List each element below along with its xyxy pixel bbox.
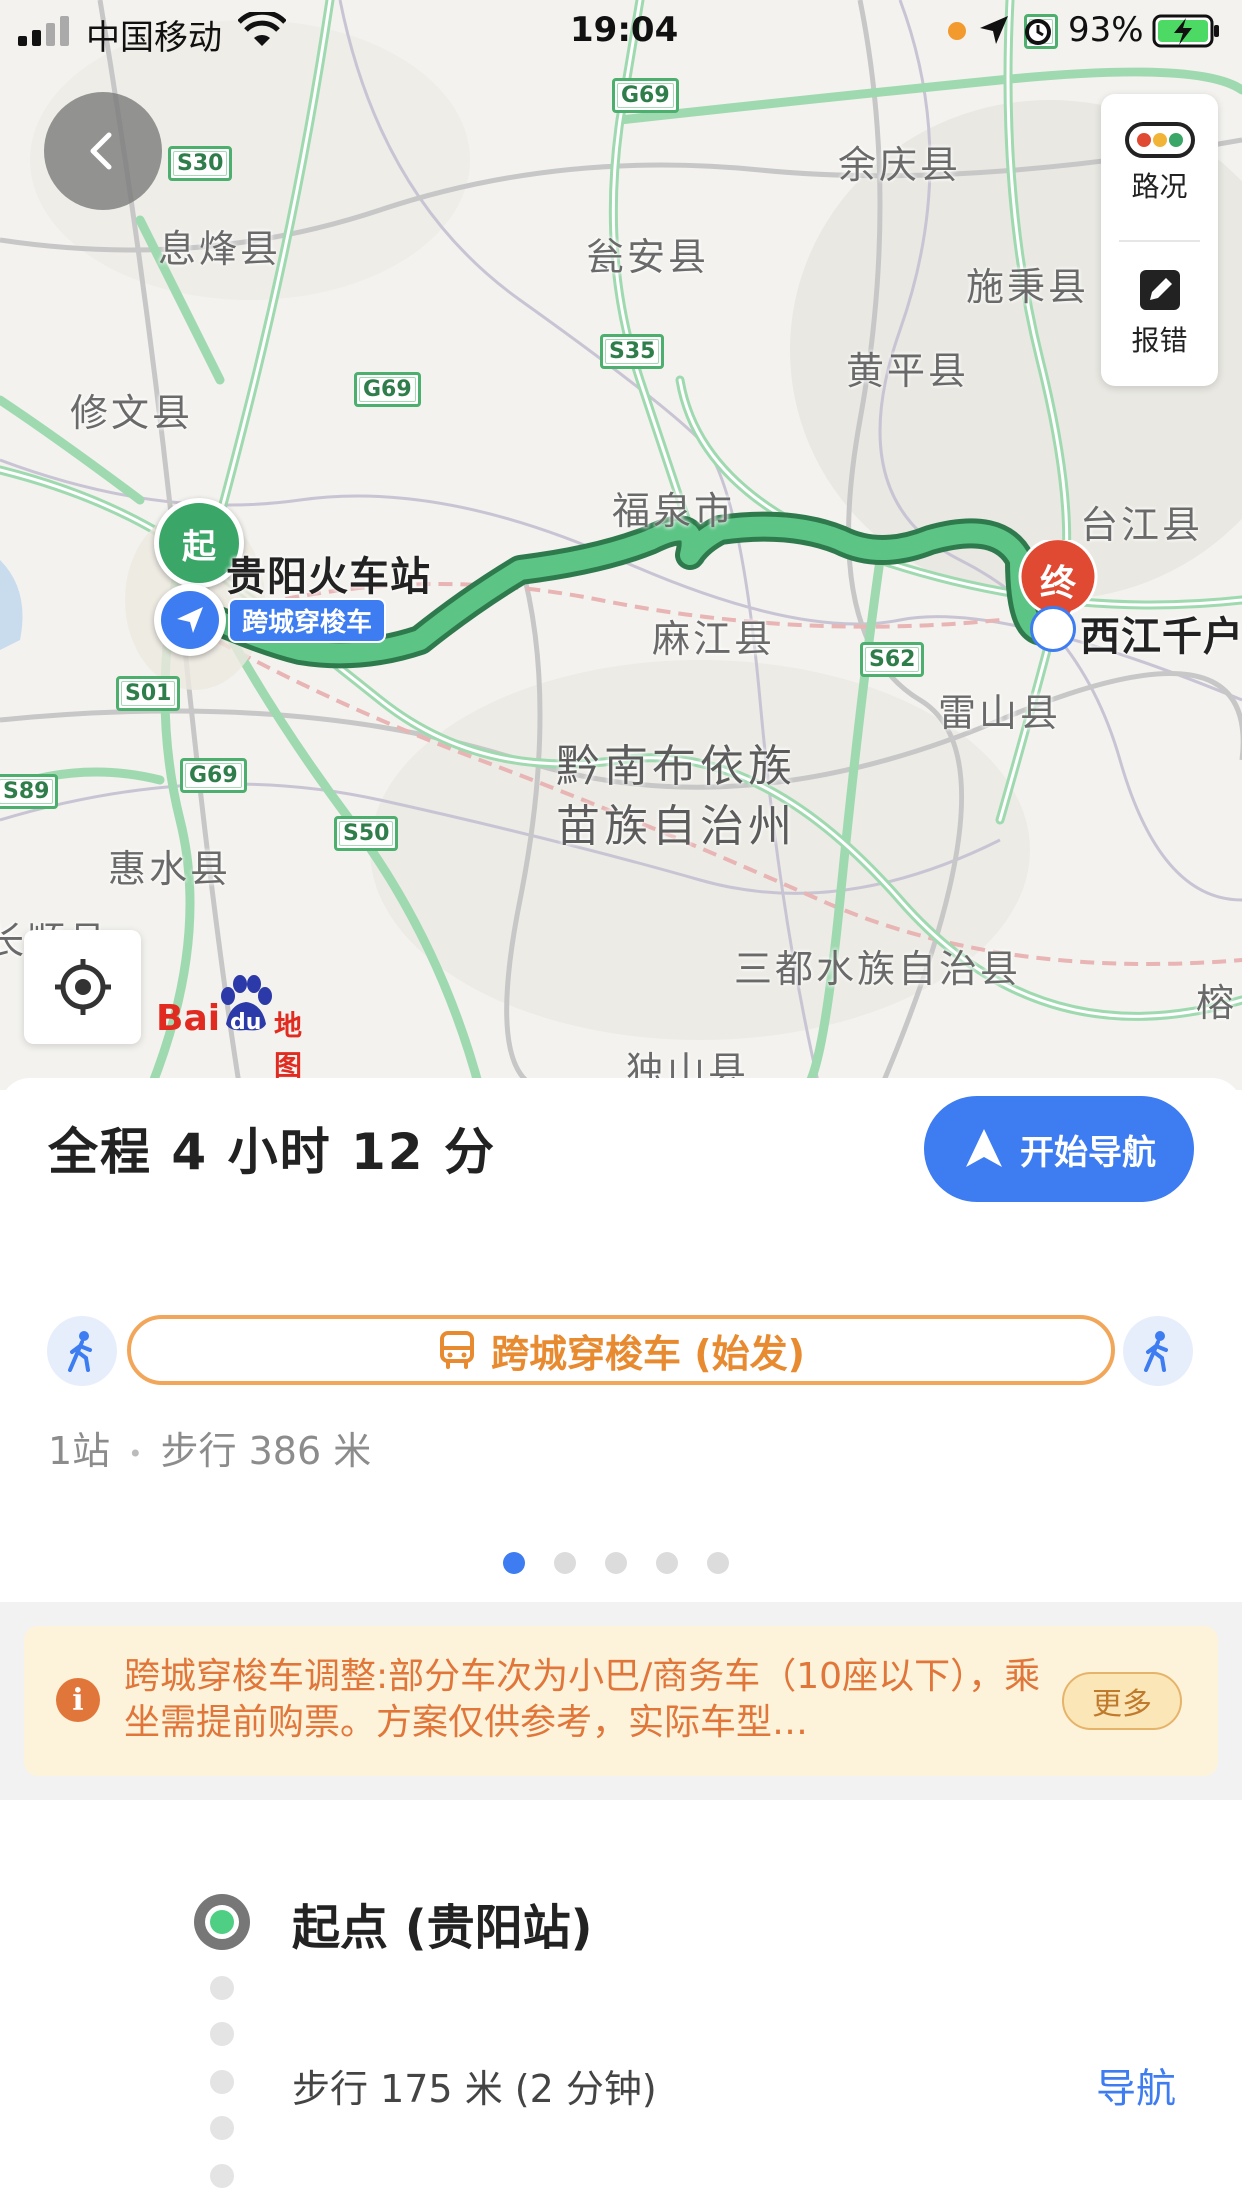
walking-person-icon	[68, 1331, 92, 1372]
map-label-huangping: 黄平县	[846, 349, 970, 393]
summary-separator: •	[128, 1439, 143, 1468]
map-label-fuquan: 福泉市	[612, 489, 736, 533]
map-controls-panel: 路况 报错	[1101, 94, 1218, 386]
alarm-icon	[1025, 19, 1051, 45]
edit-icon	[1139, 270, 1180, 310]
map-label-xifeng: 息烽县	[158, 227, 282, 271]
navigation-arrow-icon	[966, 1129, 1002, 1167]
logo-du: du	[230, 1010, 262, 1035]
walk-start-badge	[47, 1316, 117, 1386]
map-label-leishan: 雷山县	[938, 691, 1062, 735]
wifi-icon	[238, 12, 286, 46]
page-indicator	[503, 1552, 729, 1574]
recording-dot-icon	[948, 22, 966, 40]
notice-text: 跨城穿梭车调整:部分车次为小巴/商务车（10座以下），乘坐需提前购票。方案仅供参…	[124, 1656, 1041, 1743]
map-label-yuqing: 余庆县	[838, 143, 962, 187]
shield-s62: S62	[860, 642, 925, 677]
map-label-qiannan-2: 苗族自治州	[556, 801, 796, 852]
logo-bai: Bai	[156, 998, 221, 1039]
step-connector-dot	[210, 2022, 234, 2046]
traffic-label: 路况	[1131, 170, 1188, 203]
map-view[interactable]: 余庆县 息烽县 瓮安县 施秉县 黄平县 修文县 福泉市 台江县 麻江县 雷山县 …	[0, 0, 1242, 1090]
map-label-shibing: 施秉县	[966, 265, 1090, 309]
crosshair-icon	[54, 959, 111, 1015]
locate-button[interactable]	[24, 930, 141, 1044]
shield-s89: S89	[0, 774, 59, 809]
shield-s50: S50	[334, 816, 399, 851]
back-button[interactable]	[44, 92, 162, 210]
traffic-light-icon	[1124, 122, 1195, 158]
step-connector-dot	[210, 2164, 234, 2188]
map-label-wengan: 瓮安县	[586, 235, 710, 279]
shield-g69-low: G69	[180, 758, 247, 793]
walk-step-navigate-link[interactable]: 导航	[1096, 2056, 1176, 2114]
total-duration: 全程 4 小时 12 分	[48, 1123, 496, 1181]
chevron-left-icon	[90, 132, 112, 170]
shield-g69-mid: G69	[354, 372, 421, 407]
bus-icon	[440, 1331, 475, 1369]
destination-name: 西江千户	[1080, 614, 1242, 660]
shield-g69-top: G69	[612, 78, 679, 113]
step-connector-dot	[210, 2070, 234, 2094]
shuttle-bus-label: 跨城穿梭车 (始发)	[491, 1331, 805, 1376]
map-label-majiang: 麻江县	[652, 617, 776, 661]
report-error-button[interactable]: 报错	[1101, 268, 1218, 359]
notice-more-button[interactable]: 更多	[1062, 1672, 1182, 1730]
traffic-button[interactable]: 路况	[1101, 122, 1218, 205]
shield-s01: S01	[116, 676, 181, 711]
carrier-name: 中国移动	[86, 18, 222, 58]
page-dot[interactable]	[605, 1552, 627, 1574]
signal-icon	[18, 16, 69, 46]
route-summary: 1站 • 步行 386 米	[48, 1420, 371, 1475]
walking-person-icon	[1144, 1331, 1168, 1372]
notice-banner[interactable]: i 跨城穿梭车调整:部分车次为小巴/商务车（10座以下），乘坐需提前购票。方案仅…	[24, 1626, 1218, 1776]
shield-s35: S35	[600, 334, 665, 369]
origin-name: 贵阳火车站	[226, 554, 431, 600]
page-dot[interactable]	[707, 1552, 729, 1574]
status-bar: 中国移动 19:04 93%	[0, 0, 1242, 64]
start-point-label: 起点 (贵阳站)	[292, 1900, 593, 1956]
battery-percent: 93%	[1068, 10, 1144, 50]
start-point-icon	[194, 1894, 250, 1950]
location-arrow-icon	[161, 591, 219, 649]
destination-station-icon	[1030, 606, 1076, 652]
shuttle-tag: 跨城穿梭车	[228, 598, 387, 643]
clock: 19:04	[570, 10, 679, 50]
map-label-rong: 榕	[1196, 981, 1238, 1025]
report-label: 报错	[1131, 324, 1188, 357]
station-count: 1站	[48, 1429, 111, 1473]
logo-map: 地图	[274, 1009, 303, 1082]
route-steps	[0, 1800, 1242, 2208]
map-label-xiuwen: 修文县	[70, 391, 194, 435]
start-navigation-label: 开始导航	[1020, 1132, 1156, 1173]
map-label-sandu: 三都水族自治县	[734, 947, 1022, 991]
walk-distance: 步行 386 米	[160, 1429, 372, 1473]
map-label-qiannan-1: 黔南布依族	[556, 741, 796, 792]
current-location-arrow	[154, 584, 226, 656]
destination-pin-text: 终	[1039, 563, 1076, 604]
page-dot[interactable]	[656, 1552, 678, 1574]
step-connector-dot	[210, 2116, 234, 2140]
page-dot[interactable]	[503, 1552, 525, 1574]
info-icon: i	[56, 1678, 100, 1722]
panel-divider	[1119, 240, 1200, 242]
map-label-huishui: 惠水县	[108, 847, 232, 891]
location-services-icon	[980, 16, 1008, 44]
step-connector-dot	[210, 1976, 234, 2000]
battery-charging-icon	[1152, 14, 1219, 48]
page-dot[interactable]	[554, 1552, 576, 1574]
shuttle-bus-segment[interactable]: 跨城穿梭车 (始发)	[127, 1315, 1115, 1385]
walk-step-text: 步行 175 米 (2 分钟)	[292, 2067, 657, 2111]
walk-end-badge	[1123, 1316, 1193, 1386]
start-navigation-button[interactable]: 开始导航	[924, 1096, 1194, 1202]
shield-s30: S30	[168, 146, 233, 181]
